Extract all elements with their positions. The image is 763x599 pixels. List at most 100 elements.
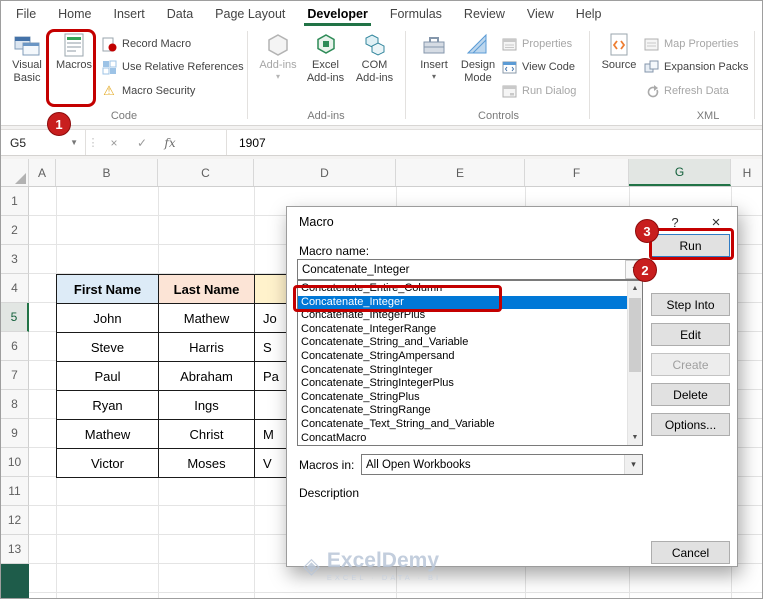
cell-c5[interactable]: Mathew <box>159 304 255 333</box>
bottom-left-green-block <box>1 564 29 598</box>
table-header-first-name[interactable]: First Name <box>57 275 159 304</box>
row-header-1[interactable]: 1 <box>1 187 29 216</box>
cell-b7[interactable]: Paul <box>57 362 159 391</box>
macro-list-item[interactable]: Concatenate_StringIntegerPlus <box>298 377 627 391</box>
column-header-h[interactable]: H <box>731 159 762 186</box>
select-all-corner[interactable] <box>1 159 29 186</box>
dropdown-arrow-icon[interactable]: ▾ <box>624 455 642 474</box>
column-header-g[interactable]: G <box>629 159 731 186</box>
macro-list-item[interactable]: Concatenate_StringRange <box>298 404 627 418</box>
row-header-7[interactable]: 7 <box>1 361 29 390</box>
group-separator <box>247 31 248 119</box>
tab-developer[interactable]: Developer <box>296 1 378 26</box>
tab-data[interactable]: Data <box>156 1 204 26</box>
formula-bar-handle[interactable]: ⋮ <box>86 130 100 155</box>
close-icon[interactable]: × <box>695 207 737 237</box>
excel-addins-button[interactable]: Excel Add-ins <box>302 29 349 108</box>
cell-c7[interactable]: Abraham <box>159 362 255 391</box>
record-macro-button[interactable]: Record Macro <box>101 35 191 53</box>
view-code-button[interactable]: View Code <box>501 58 575 76</box>
row-header-3[interactable]: 3 <box>1 245 29 274</box>
use-relative-references-button[interactable]: Use Relative References <box>101 58 244 76</box>
enter-entry-icon[interactable]: ✓ <box>128 130 156 155</box>
tab-help[interactable]: Help <box>565 1 613 26</box>
macro-list-item[interactable]: Concatenate_Entire_Column <box>298 282 627 296</box>
tab-view[interactable]: View <box>516 1 565 26</box>
macro-name-label: Macro name: <box>299 244 370 258</box>
macros-button[interactable]: Macros <box>51 29 97 108</box>
table-header-last-name[interactable]: Last Name <box>159 275 255 304</box>
cell-c10[interactable]: Moses <box>159 449 255 478</box>
visual-basic-button[interactable]: Visual Basic <box>5 29 49 108</box>
cell-c6[interactable]: Harris <box>159 333 255 362</box>
options-button[interactable]: Options... <box>651 413 730 436</box>
column-header-d[interactable]: D <box>254 159 396 186</box>
ribbon-tab-bar: File Home Insert Data Page Layout Develo… <box>1 1 762 26</box>
help-icon[interactable]: ? <box>655 207 695 237</box>
cell-b8[interactable]: Ryan <box>57 391 159 420</box>
row-header-2[interactable]: 2 <box>1 216 29 245</box>
macro-list-item[interactable]: ConcatMacro <box>298 432 627 445</box>
macro-security-button[interactable]: ⚠ Macro Security <box>101 82 195 100</box>
name-box[interactable]: G5 ▼ <box>1 130 86 155</box>
column-header-b[interactable]: B <box>56 159 158 186</box>
scroll-down-icon[interactable]: ▼ <box>628 430 642 445</box>
column-header-a[interactable]: A <box>29 159 56 186</box>
macro-list-item[interactable]: Concatenate_Text_String_and_Variable <box>298 418 627 432</box>
row-header-12[interactable]: 12 <box>1 506 29 535</box>
tab-home[interactable]: Home <box>47 1 102 26</box>
tab-formulas[interactable]: Formulas <box>379 1 453 26</box>
macro-list-item[interactable]: Concatenate_StringInteger <box>298 364 627 378</box>
tab-review[interactable]: Review <box>453 1 516 26</box>
expansion-packs-button[interactable]: Expansion Packs <box>643 58 748 76</box>
cell-b5[interactable]: John <box>57 304 159 333</box>
com-addins-button[interactable]: COM Add-ins <box>351 29 398 108</box>
source-button[interactable]: Source <box>599 29 639 108</box>
cancel-entry-icon[interactable]: × <box>100 130 128 155</box>
column-header-c[interactable]: C <box>158 159 254 186</box>
tab-insert[interactable]: Insert <box>103 1 156 26</box>
row-header-10[interactable]: 10 <box>1 448 29 477</box>
properties-button: Properties <box>501 35 572 53</box>
step-into-button[interactable]: Step Into <box>651 293 730 316</box>
cell-c9[interactable]: Christ <box>159 420 255 449</box>
column-header-e[interactable]: E <box>396 159 525 186</box>
insert-control-button[interactable]: Insert ▾ <box>415 29 453 108</box>
row-header-6[interactable]: 6 <box>1 332 29 361</box>
run-button[interactable]: Run <box>651 234 730 257</box>
cell-b10[interactable]: Victor <box>57 449 159 478</box>
macros-in-dropdown[interactable]: All Open Workbooks ▾ <box>361 454 643 475</box>
row-header-4[interactable]: 4 <box>1 274 29 303</box>
macros-icon <box>61 31 87 59</box>
formula-input[interactable]: 1907 <box>226 130 762 155</box>
tab-page-layout[interactable]: Page Layout <box>204 1 296 26</box>
macro-list-item[interactable]: Concatenate_IntegerRange <box>298 323 627 337</box>
row-header-13[interactable]: 13 <box>1 535 29 564</box>
edit-button[interactable]: Edit <box>651 323 730 346</box>
macro-list-item[interactable]: Concatenate_StringAmpersand <box>298 350 627 364</box>
cell-c8[interactable]: Ings <box>159 391 255 420</box>
row-header-5[interactable]: 5 <box>1 303 29 332</box>
tab-file[interactable]: File <box>5 1 47 26</box>
name-box-dropdown-icon[interactable]: ▼ <box>70 138 78 147</box>
scrollbar-thumb[interactable] <box>629 298 641 372</box>
design-mode-button[interactable]: Design Mode <box>456 29 500 108</box>
macro-list-item[interactable]: Concatenate_IntegerPlus <box>298 309 627 323</box>
column-header-f[interactable]: F <box>525 159 629 186</box>
column-header-row: A B C D E F G H <box>1 159 762 187</box>
macro-name-input[interactable] <box>297 259 643 280</box>
cancel-button[interactable]: Cancel <box>651 541 730 564</box>
macro-list-item[interactable]: Concatenate_StringPlus <box>298 391 627 405</box>
list-scrollbar[interactable]: ▲ ▼ <box>627 281 642 445</box>
row-header-9[interactable]: 9 <box>1 419 29 448</box>
macro-list-item[interactable]: Concatenate_String_and_Variable <box>298 336 627 350</box>
cell-b6[interactable]: Steve <box>57 333 159 362</box>
cell-b9[interactable]: Mathew <box>57 420 159 449</box>
row-header-11[interactable]: 11 <box>1 477 29 506</box>
delete-button[interactable]: Delete <box>651 383 730 406</box>
row-header-8[interactable]: 8 <box>1 390 29 419</box>
scroll-up-icon[interactable]: ▲ <box>628 281 642 296</box>
macro-list-item-selected[interactable]: Concatenate_Integer <box>298 295 627 310</box>
dialog-title-bar[interactable]: Macro ? × <box>287 207 737 237</box>
insert-function-icon[interactable]: fx <box>156 130 184 155</box>
